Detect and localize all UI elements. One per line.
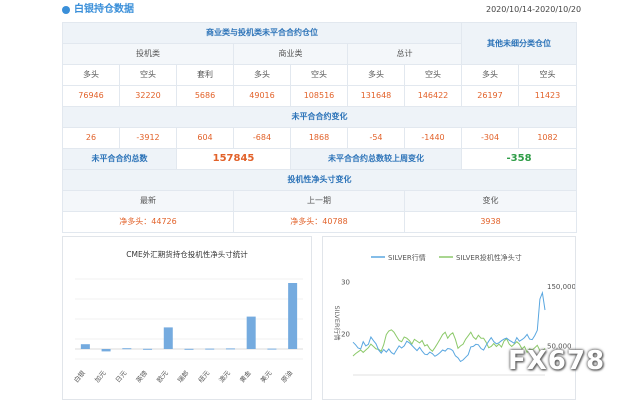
bar-category-label: 日元: [114, 369, 129, 384]
bar-category-label: 白银: [72, 368, 88, 384]
bar-黄金: [246, 316, 256, 349]
bar-欧元: [163, 327, 173, 349]
net-position-bar-panel: CME外汇期货持仓投机性净头寸统计白银 加元 日元 英镑 欧元 瑞郎 纽元 澳元 黄金 美元 原油: [62, 236, 312, 400]
bar-category-label: 瑞郎: [175, 368, 191, 384]
bar-category-label: 欧元: [155, 368, 171, 384]
right-axis-tick: 150,000: [547, 283, 575, 291]
position-value: 11423: [518, 85, 578, 107]
positions-values-row: 76946 32220 5686 49016 108516 131648 146422 261…: [62, 85, 578, 107]
column-labels-row: 多头 空头 套利 多头 空头 多头 空头 多头 空头: [62, 64, 578, 86]
position-value: 131648: [347, 85, 405, 107]
spec-col-latest: 最新: [62, 190, 234, 212]
position-value: 76946: [62, 85, 120, 107]
week-change-value: -358: [461, 148, 578, 170]
bar-category-label: 美元: [258, 368, 274, 384]
bar-原油: [288, 283, 298, 349]
column-label: 套利: [176, 64, 234, 86]
position-change: 1868: [290, 127, 348, 149]
bar-category-label: 纽元: [196, 368, 212, 384]
group-commercial: 商业类: [233, 43, 348, 65]
spec-change-value: 3938: [403, 211, 578, 233]
column-label: 多头: [233, 64, 291, 86]
change-title: 未平合合约变化: [61, 106, 578, 128]
total-oi-value: 157845: [176, 148, 291, 170]
spec-col-previous: 上一期: [233, 190, 405, 212]
column-label: 多头: [347, 64, 405, 86]
bar-category-label: 英镑: [134, 368, 150, 384]
bar-白银: [80, 344, 90, 349]
position-change: -3912: [119, 127, 177, 149]
legend-label: SILVER投机性净头寸: [456, 253, 522, 262]
position-change: 1082: [518, 127, 578, 149]
week-change-label: 未平合合约总数较上周变化: [289, 148, 463, 170]
bar-瑞郎: [184, 348, 194, 350]
position-value: 32220: [119, 85, 177, 107]
position-value: 146422: [403, 85, 463, 107]
spec-col-change: 变化: [403, 190, 578, 212]
position-change: -684: [233, 127, 291, 149]
position-value: 108516: [290, 85, 348, 107]
bar-category-label: 澳元: [217, 368, 233, 384]
date-range: 2020/10/14-2020/10/20: [486, 5, 582, 14]
bar-英镑: [143, 348, 153, 350]
bar-纽元: [205, 348, 215, 350]
column-label: 多头: [461, 64, 520, 86]
page-header: 白银持仓数据 2020/10/14-2020/10/20: [0, 0, 640, 24]
column-label: 空头: [403, 64, 463, 86]
position-change: 604: [176, 127, 234, 149]
bar-category-label: 加元: [92, 368, 108, 384]
spec-latest-value: 净多头：44726: [62, 211, 234, 233]
position-change: -304: [461, 127, 520, 149]
group-total: 总计: [346, 43, 463, 65]
net-position-bar-chart: CME外汇期货持仓投机性净头寸统计白银 加元 日元 英镑 欧元 瑞郎 纽元 澳元 黄金 美元 原油: [72, 249, 303, 385]
position-change: -1440: [403, 127, 463, 149]
legend-label: SILVER行情: [388, 253, 426, 262]
page-title: 白银持仓数据: [74, 4, 134, 15]
left-axis-tick: 30: [341, 278, 350, 286]
fx678-watermark: FX678: [508, 346, 606, 376]
position-value: 49016: [233, 85, 291, 107]
bar-category-label: 黄金: [237, 368, 253, 384]
bar-日元: [122, 348, 132, 350]
left-axis-label: SILVER行情: [333, 305, 342, 341]
bar-category-label: 原油: [279, 369, 294, 385]
bar-chart-title: CME外汇期货持仓投机性净头寸统计: [126, 249, 248, 259]
spec-previous-value: 净多头：40788: [233, 211, 405, 233]
group-speculative: 投机类: [62, 43, 234, 65]
total-oi-label: 未平合合约总数: [62, 148, 177, 170]
position-change: 26: [62, 127, 120, 149]
position-value: 5686: [176, 85, 234, 107]
other-positions-title: 其他未细分类仓位: [461, 22, 578, 65]
spec-net-title: 投机性净头寸变化: [61, 169, 578, 191]
bar-澳元: [225, 348, 235, 350]
title-dot-icon: [62, 6, 70, 14]
position-value: 26197: [461, 85, 520, 107]
changes-row: 26 -3912 604 -684 1868 -54 -1440 -304 1082: [62, 127, 578, 149]
table-top-title: 商业类与投机类未平合合约仓位: [61, 22, 463, 44]
left-axis-tick: 20: [341, 330, 350, 338]
bar-美元: [267, 348, 277, 350]
column-label: 多头: [62, 64, 120, 86]
bar-加元: [101, 349, 111, 352]
column-label: 空头: [518, 64, 578, 86]
column-label: 空头: [290, 64, 348, 86]
position-change: -54: [347, 127, 405, 149]
column-label: 空头: [119, 64, 177, 86]
positions-table: 商业类与投机类未平合合约仓位 其他未细分类仓位 投机类 商业类 总计 多头 空头套…: [61, 22, 578, 233]
